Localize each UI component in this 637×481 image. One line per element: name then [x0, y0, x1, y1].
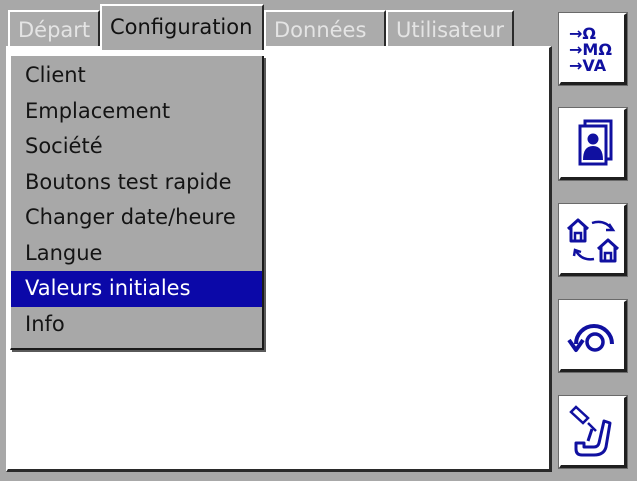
tab-utilisateur[interactable]: Utilisateur — [386, 10, 514, 46]
rotate-button[interactable] — [558, 299, 628, 373]
tab-depart[interactable]: Départ — [8, 10, 100, 46]
menu-item-info[interactable]: Info — [11, 307, 262, 343]
menu-item-societe[interactable]: Société — [11, 129, 262, 165]
menu-item-client[interactable]: Client — [11, 58, 262, 94]
device-screen: Départ Configuration Données Utilisateur… — [0, 0, 637, 481]
menu-item-langue[interactable]: Langue — [11, 236, 262, 272]
tab-configuration[interactable]: Configuration — [100, 4, 264, 50]
house-transfer-icon — [566, 218, 619, 262]
measure-button[interactable]: →Ω →MΩ →VA — [558, 12, 628, 86]
menu-item-emplacement[interactable]: Emplacement — [11, 94, 262, 130]
tab-donnees[interactable]: Données — [264, 10, 386, 46]
test-probe-icon — [568, 404, 611, 456]
menu-item-valeurs-initiales[interactable]: Valeurs initiales — [11, 271, 262, 307]
measure-line-va: →VA — [569, 56, 607, 75]
transfer-button[interactable] — [558, 203, 628, 277]
configuration-menu: Client Emplacement Société Boutons test … — [10, 56, 264, 350]
rotate-arrow-icon — [566, 323, 614, 352]
probe-button[interactable] — [558, 395, 628, 469]
measurement-units-icon: →Ω →MΩ →VA — [569, 24, 612, 75]
menu-item-changer-date-heure[interactable]: Changer date/heure — [11, 200, 262, 236]
profile-button[interactable] — [558, 107, 628, 181]
user-profile-icon — [578, 119, 612, 165]
menu-item-boutons-test-rapide[interactable]: Boutons test rapide — [11, 165, 262, 201]
